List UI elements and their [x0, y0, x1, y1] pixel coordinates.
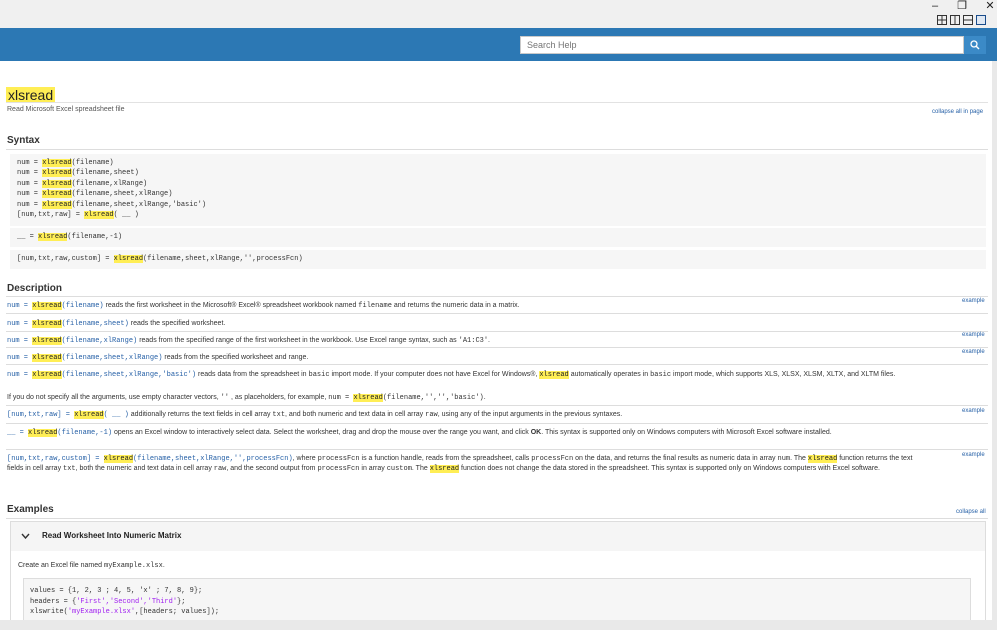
- description-divider: [6, 347, 988, 348]
- vertical-scrollbar[interactable]: [992, 61, 997, 620]
- syntax-line: [num,txt,raw,custom] = xlsread(filename,…: [17, 255, 303, 263]
- layout-grid-icon[interactable]: [937, 15, 947, 25]
- syntax-line: num = xlsread(filename,sheet): [17, 169, 139, 178]
- restore-button[interactable]: ❐: [951, 0, 973, 13]
- code-line: xlswrite('myExample.xlsx',[headers; valu…: [30, 608, 220, 616]
- page-purpose: Read Microsoft Excel spreadsheet file: [7, 106, 125, 113]
- description-divider: [6, 313, 988, 314]
- example-intro: Create an Excel file named myExample.xls…: [18, 562, 165, 570]
- minimize-button[interactable]: –: [924, 0, 946, 13]
- example-link[interactable]: example: [962, 298, 985, 304]
- collapse-all-link[interactable]: collapse all: [956, 509, 986, 515]
- syntax-block-3: [num,txt,raw,custom] = xlsread(filename,…: [10, 250, 986, 269]
- layout-single-icon[interactable]: [976, 15, 986, 25]
- description-paragraph: [num,txt,raw,custom] = xlsread(filename,…: [7, 455, 913, 473]
- collapse-all-in-page-link[interactable]: collapse all in page: [932, 109, 983, 115]
- description-paragraph: num = xlsread(filename,xlRange) reads fr…: [7, 337, 490, 345]
- syntax-line: num = xlsread(filename,sheet,xlRange,'ba…: [17, 200, 207, 209]
- bottom-bar: [0, 620, 997, 630]
- examples-heading: Examples: [7, 504, 54, 515]
- example-link[interactable]: example: [962, 452, 985, 458]
- layout-rows-icon[interactable]: [963, 15, 973, 25]
- layout-columns-glyph: [954, 16, 956, 24]
- help-content: xlsread Read Microsoft Excel spreadsheet…: [0, 61, 992, 620]
- description-divider: [6, 405, 988, 406]
- syntax-line: num = xlsread(filename): [17, 159, 114, 167]
- example-link[interactable]: example: [962, 349, 985, 355]
- syntax-line: __ = xlsread(filename,-1): [17, 233, 123, 241]
- title-divider: [6, 102, 988, 103]
- syntax-line: num = xlsread(filename,xlRange): [17, 179, 148, 188]
- syntax-line: num = xlsread(filename,sheet,xlRange): [17, 190, 173, 199]
- example-code-block[interactable]: values = {1, 2, 3 ; 4, 5, 'x' ; 7, 8, 9}…: [23, 578, 971, 620]
- description-paragraph: num = xlsread(filename,sheet,xlRange) re…: [7, 354, 309, 362]
- close-button[interactable]: ✕: [979, 0, 997, 13]
- description-divider: [6, 423, 988, 424]
- examples-divider: [6, 518, 988, 519]
- syntax-block-1: num = xlsread(filename) num = xlsread(fi…: [10, 154, 986, 226]
- search-icon: [970, 40, 980, 50]
- search-input[interactable]: [520, 36, 964, 54]
- description-divider: [6, 364, 988, 365]
- window-titlebar: – ❐ ✕: [0, 0, 997, 28]
- layout-columns-icon[interactable]: [950, 15, 960, 25]
- description-divider: [6, 449, 988, 450]
- syntax-heading: Syntax: [7, 135, 40, 146]
- layout-grid-glyph: [938, 16, 946, 24]
- code-line: headers = {'First','Second','Third'};: [30, 597, 186, 606]
- syntax-divider: [6, 149, 988, 150]
- layout-rows-glyph: [964, 19, 972, 21]
- example-link[interactable]: example: [962, 408, 985, 414]
- description-paragraph: num = xlsread(filename,sheet,xlRange,'ba…: [7, 371, 896, 379]
- description-paragraph: [num,txt,raw] = xlsread( __ ) additional…: [7, 411, 623, 419]
- code-line: values = {1, 2, 3 ; 4, 5, 'x' ; 7, 8, 9}…: [30, 587, 203, 595]
- chevron-down-icon[interactable]: [21, 531, 30, 541]
- description-paragraph: num = xlsread(filename) reads the first …: [7, 302, 520, 310]
- description-paragraph: num = xlsread(filename,sheet) reads the …: [7, 320, 226, 328]
- page-title: xlsread: [6, 87, 56, 103]
- description-divider: [6, 331, 988, 332]
- description-paragraph: __ = xlsread(filename,-1) opens an Excel…: [7, 429, 832, 437]
- search-button[interactable]: [964, 36, 986, 54]
- example-section: Read Worksheet Into Numeric Matrix Creat…: [10, 521, 986, 620]
- description-divider: [6, 296, 988, 297]
- syntax-block-2: __ = xlsread(filename,-1): [10, 228, 986, 247]
- example-header[interactable]: Read Worksheet Into Numeric Matrix: [11, 522, 985, 551]
- example-title: Read Worksheet Into Numeric Matrix: [42, 531, 182, 540]
- description-heading: Description: [7, 283, 63, 294]
- example-link[interactable]: example: [962, 332, 985, 338]
- description-note: If you do not specify all the arguments,…: [7, 394, 486, 402]
- syntax-line: [num,txt,raw] = xlsread( __ ): [17, 211, 139, 220]
